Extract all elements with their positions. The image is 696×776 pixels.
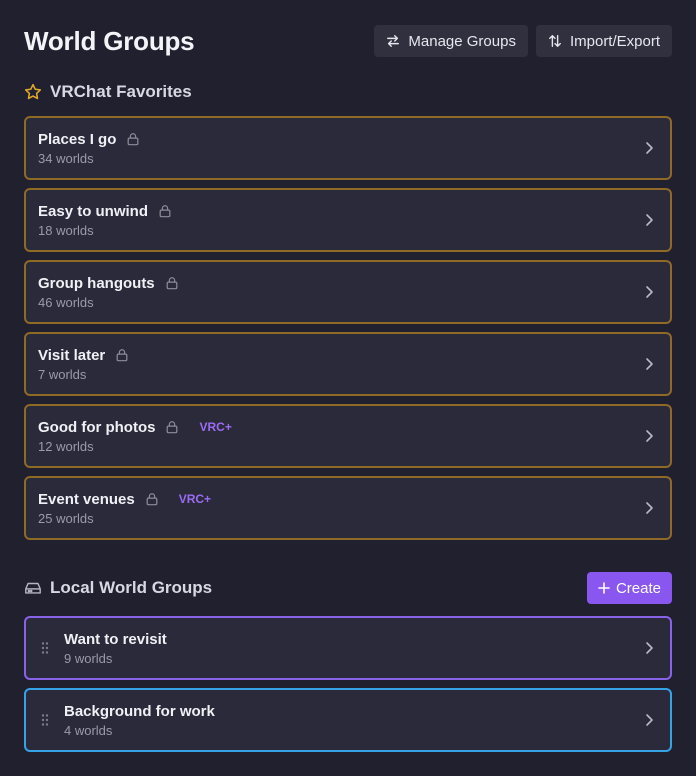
- world-count: 12 worlds: [38, 438, 94, 454]
- local-group-card[interactable]: Background for work 4 worlds: [24, 688, 672, 752]
- import-export-button[interactable]: Import/Export: [535, 25, 672, 57]
- lock-icon: [116, 349, 128, 362]
- group-name: Want to revisit: [64, 630, 167, 648]
- hard-drive-icon: [25, 582, 41, 594]
- lock-icon: [166, 277, 178, 290]
- local-title-text: Local World Groups: [50, 578, 213, 597]
- favorites-list: Places I go 34 worlds Easy to unwind 18 …: [24, 116, 672, 548]
- group-name: Easy to unwind: [38, 202, 149, 220]
- favorite-group-card[interactable]: Visit later 7 worlds: [24, 332, 672, 396]
- lock-icon: [159, 205, 171, 218]
- lock-icon: [167, 421, 178, 434]
- chevron-right-icon: [646, 714, 653, 726]
- favorite-group-card[interactable]: Places I go 34 worlds: [24, 116, 672, 180]
- sort-arrows-icon: [549, 35, 561, 47]
- chevron-right-icon: [646, 642, 653, 654]
- header-actions: Manage Groups Import/Export: [374, 25, 672, 57]
- world-count: 18 worlds: [38, 222, 94, 238]
- world-count: 25 worlds: [38, 510, 94, 526]
- favorite-group-card[interactable]: Group hangouts 46 worlds: [24, 260, 672, 324]
- world-count: 9 worlds: [64, 650, 113, 666]
- plus-icon: [598, 582, 610, 594]
- manage-groups-button[interactable]: Manage Groups: [374, 25, 528, 57]
- world-count: 4 worlds: [64, 722, 113, 738]
- page-title: World Groups: [24, 25, 195, 56]
- world-count: 34 worlds: [38, 150, 94, 166]
- create-group-button[interactable]: Create: [586, 572, 672, 604]
- world-count: 7 worlds: [38, 366, 87, 382]
- chevron-right-icon: [646, 286, 653, 298]
- group-name: Group hangouts: [38, 274, 155, 292]
- local-group-card[interactable]: Want to revisit 9 worlds: [24, 616, 672, 680]
- group-name: Event venues: [38, 490, 135, 508]
- favorites-section-title: VRChat Favorites: [24, 82, 192, 102]
- chevron-right-icon: [646, 358, 653, 370]
- world-groups-page: World Groups Manage Groups Import/Export: [0, 0, 696, 776]
- group-name: Good for photos: [38, 418, 156, 436]
- favorites-section-header: VRChat Favorites: [24, 76, 672, 108]
- chevron-right-icon: [646, 502, 653, 514]
- chevron-right-icon: [646, 214, 653, 226]
- group-name: Background for work: [64, 702, 215, 720]
- favorite-group-card[interactable]: Good for photos VRC+ 12 worlds: [24, 404, 672, 468]
- lock-icon: [127, 133, 139, 146]
- swap-arrows-icon: [387, 35, 400, 47]
- favorite-group-card[interactable]: Event venues VRC+ 25 worlds: [24, 476, 672, 540]
- lock-icon: [146, 493, 158, 506]
- local-section-title: Local World Groups: [24, 578, 212, 598]
- favorite-group-card[interactable]: Easy to unwind 18 worlds: [24, 188, 672, 252]
- local-groups-list: Want to revisit 9 worlds Background for …: [24, 616, 672, 760]
- drag-handle-icon[interactable]: [40, 713, 50, 727]
- create-label: Create: [615, 579, 661, 597]
- drag-handle-icon[interactable]: [40, 641, 50, 655]
- manage-groups-label: Manage Groups: [408, 32, 516, 50]
- local-section-header: Local World Groups Create: [24, 572, 672, 604]
- favorites-title-text: VRChat Favorites: [50, 82, 192, 101]
- group-name: Places I go: [38, 130, 117, 148]
- vrc-plus-badge: VRC+: [178, 492, 212, 506]
- import-export-label: Import/Export: [569, 32, 660, 50]
- chevron-right-icon: [646, 430, 653, 442]
- chevron-right-icon: [646, 142, 653, 154]
- star-icon: [24, 83, 42, 100]
- page-header: World Groups Manage Groups Import/Export: [24, 24, 672, 58]
- world-count: 46 worlds: [38, 294, 94, 310]
- vrc-plus-badge: VRC+: [199, 420, 232, 434]
- group-name: Visit later: [38, 346, 106, 364]
